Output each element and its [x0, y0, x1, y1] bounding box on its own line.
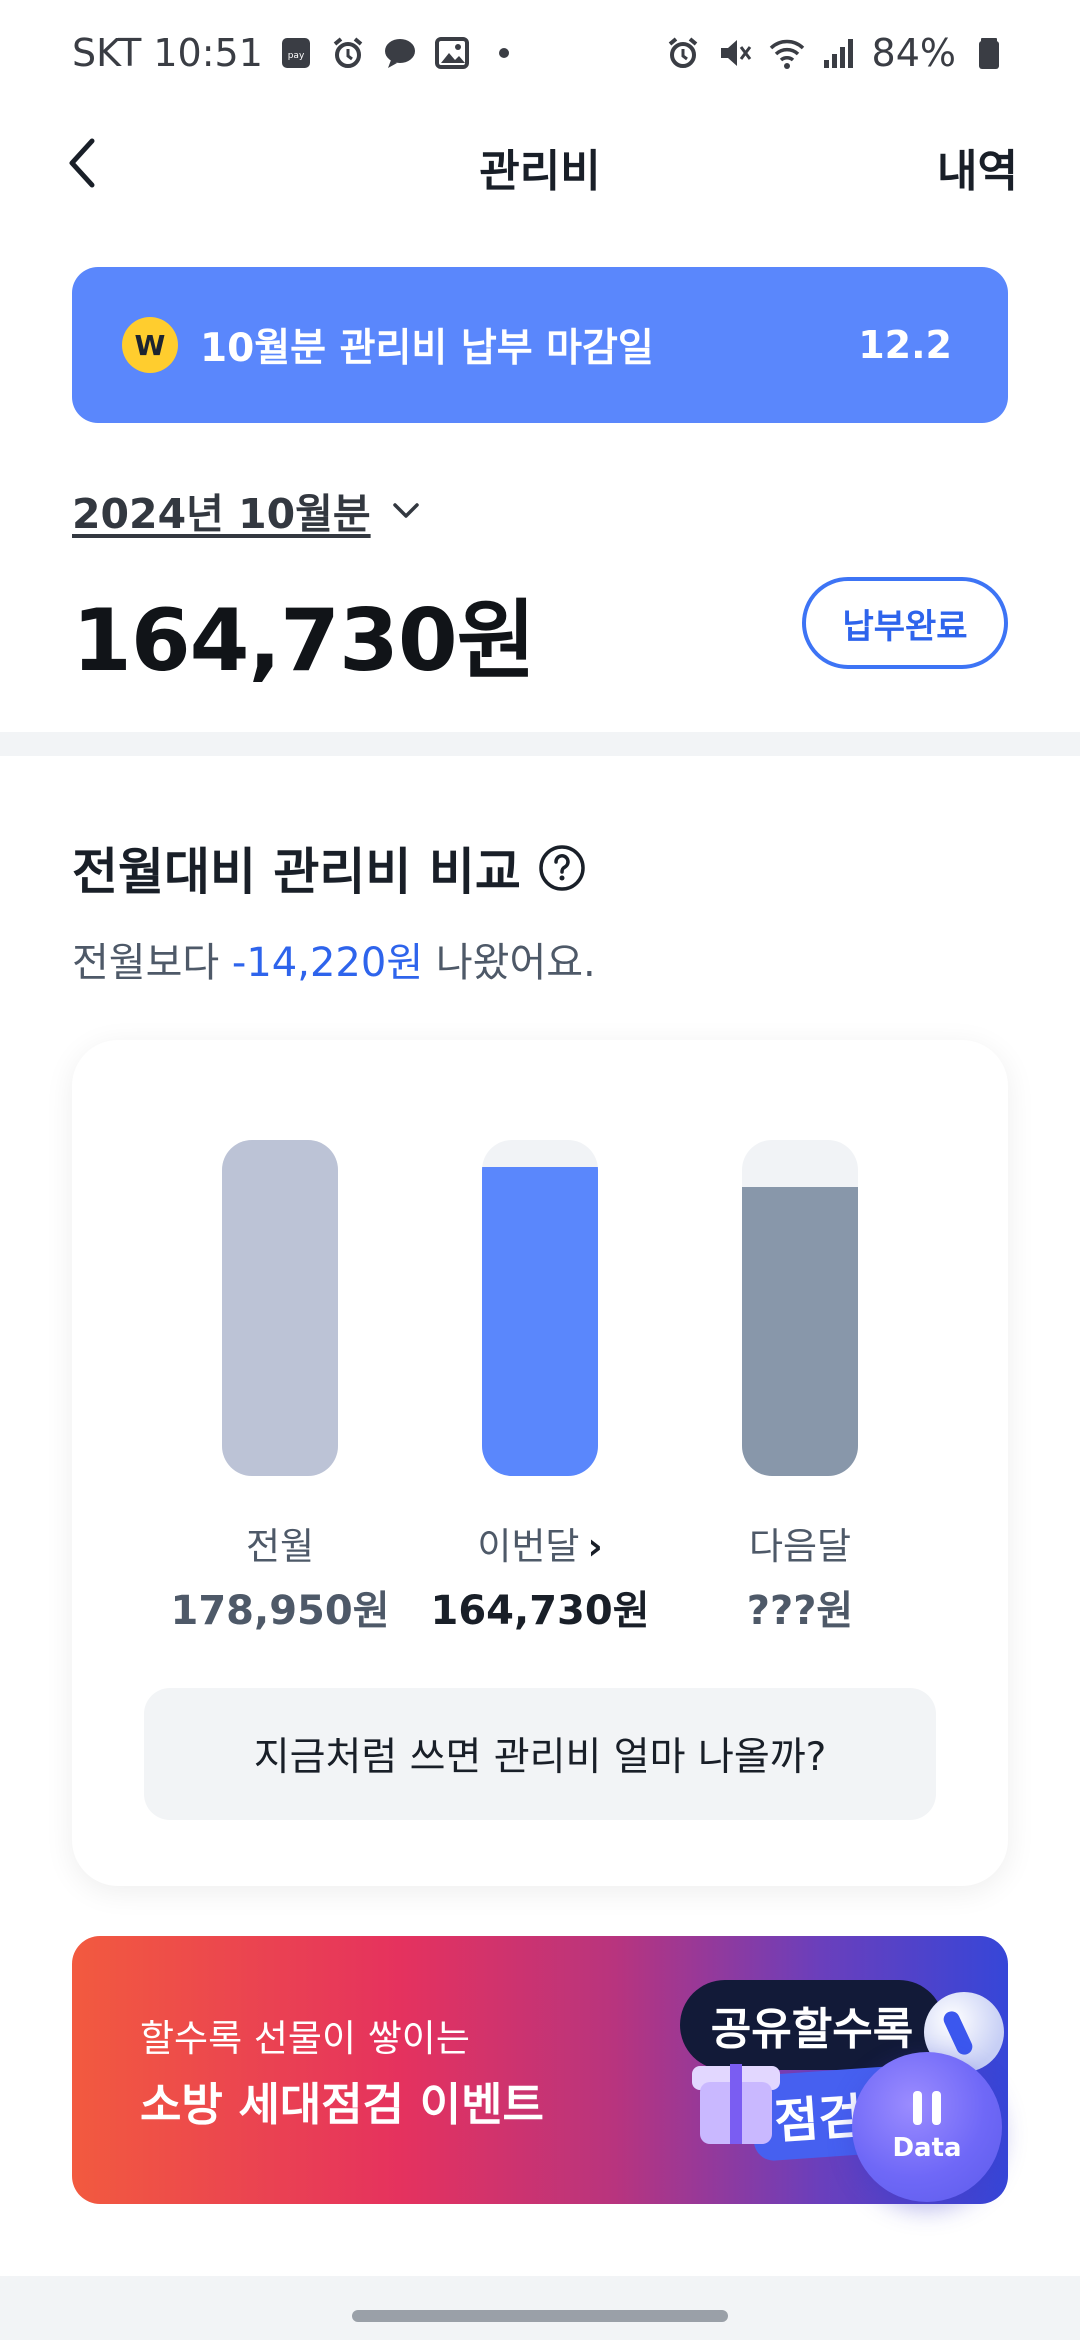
status-right: 84%	[664, 31, 1008, 75]
status-left: SKT 10:51 pay	[72, 31, 523, 75]
period-selector[interactable]: 2024년 10월분	[72, 480, 423, 540]
bar-label-current[interactable]: 이번달 ›	[440, 1516, 640, 1570]
battery-icon	[970, 34, 1008, 72]
payment-status-badge[interactable]: 납부완료	[802, 577, 1008, 669]
due-banner-text: 10월분 관리비 납부 마감일	[200, 326, 654, 371]
app-header: 관리비 내역	[0, 105, 1080, 220]
mute-icon	[716, 34, 754, 72]
dot-icon	[485, 34, 523, 72]
gift-ribbon	[730, 2064, 742, 2144]
bar-track-previous	[222, 1140, 338, 1476]
bottom-strip	[0, 2276, 1080, 2340]
comparison-section-title: 전월대비 관리비 비교	[72, 832, 587, 904]
battery-percent: 84%	[871, 30, 956, 75]
due-date-banner[interactable]: W 10월분 관리비 납부 마감일 12.2	[72, 267, 1008, 423]
home-indicator[interactable]	[352, 2310, 728, 2322]
carrier-time: SKT 10:51	[72, 30, 263, 75]
alarm-icon	[329, 34, 367, 72]
bar-value-current: 164,730원	[430, 1588, 650, 1634]
section-divider	[0, 732, 1080, 756]
bar-label-previous: 전월	[245, 1525, 315, 1568]
svg-text:pay: pay	[288, 51, 305, 61]
pause-icon	[913, 2091, 941, 2125]
status-bar: SKT 10:51 pay 84%	[0, 0, 1080, 105]
event-subtitle: 할수록 선물이 쌓이는	[140, 2017, 470, 2060]
alarm-icon	[664, 34, 702, 72]
chevron-down-icon	[392, 503, 419, 518]
event-title: 소방 세대점검 이벤트	[140, 2078, 544, 2131]
won-coin-icon: W	[122, 317, 178, 373]
comparison-diff: -14,220원	[231, 940, 424, 986]
bar-previous	[222, 1140, 338, 1476]
comparison-chart-card: 전월 이번달 › 다음달 178,950원 164,730원 ???원 지금처럼 …	[72, 1040, 1008, 1886]
bill-amount: 164,730원	[72, 591, 536, 691]
due-banner-date: 12.2	[858, 323, 952, 367]
signal-icon	[820, 34, 858, 72]
help-icon[interactable]	[537, 843, 587, 893]
bar-track-current	[482, 1140, 598, 1476]
period-label: 2024년 10월분	[72, 490, 371, 538]
gallery-icon	[433, 34, 471, 72]
predict-fee-button[interactable]: 지금처럼 쓰면 관리비 얼마 나올까?	[144, 1688, 936, 1820]
wifi-icon	[768, 34, 806, 72]
comparison-title-text: 전월대비 관리비 비교	[72, 843, 521, 901]
comparison-prefix: 전월보다	[72, 940, 220, 986]
bar-value-next: ???원	[746, 1588, 854, 1634]
comparison-sentence: 전월보다 -14,220원 나왔어요.	[72, 930, 596, 988]
bar-current	[482, 1166, 598, 1476]
bar-label-next: 다음달	[748, 1525, 852, 1568]
fab-label: Data	[892, 2133, 962, 2163]
data-fab-button[interactable]: Data	[852, 2052, 1002, 2202]
bar-track-next	[742, 1140, 858, 1476]
comparison-suffix: 나왔어요.	[435, 940, 596, 986]
pay-icon: pay	[277, 34, 315, 72]
won-coin-symbol: W	[134, 328, 166, 362]
chat-icon	[381, 34, 419, 72]
bar-next	[742, 1187, 858, 1476]
bar-value-previous: 178,950원	[170, 1588, 390, 1634]
chevron-right-icon: ›	[587, 1525, 603, 1568]
bar-label-current-text: 이번달	[477, 1525, 580, 1568]
page-title: 관리비	[479, 146, 601, 197]
history-link[interactable]: 내역	[937, 135, 1018, 199]
